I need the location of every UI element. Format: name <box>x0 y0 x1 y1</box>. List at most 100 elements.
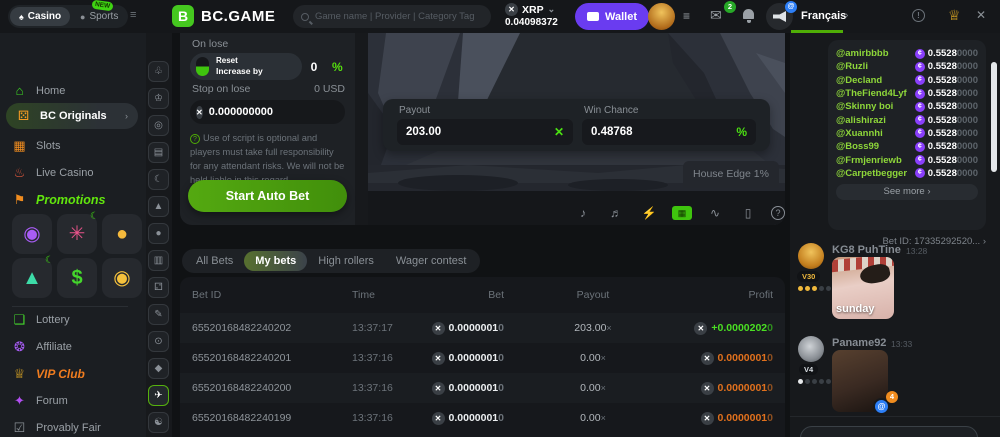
promo-tile-rocket[interactable]: ▲ ☾ <box>12 258 52 298</box>
rain-recipient[interactable]: @amirbbbb¢0.55280000 <box>836 47 978 60</box>
help-icon[interactable]: ? <box>771 206 785 220</box>
game-shortcut[interactable]: ▲ <box>148 196 169 217</box>
sports-tab[interactable]: ● Sports <box>74 7 124 26</box>
game-shortcut[interactable]: ● <box>148 223 169 244</box>
forum-icon: ✦ <box>12 393 27 409</box>
search-input[interactable] <box>315 11 483 22</box>
game-shortcut[interactable]: ▥ <box>148 250 169 271</box>
chat-username[interactable]: KG8 PuhTine <box>832 244 901 256</box>
stop-on-lose-label: Stop on lose <box>192 83 250 95</box>
stop-on-lose-input[interactable]: ✕ <box>190 100 345 124</box>
wallet-label: Wallet <box>605 11 637 23</box>
trophy-icon[interactable]: ♕ <box>948 7 961 24</box>
tab-all-bets[interactable]: All Bets <box>185 249 244 273</box>
bet-row[interactable]: 65520168482240200 13:37:16 ✕0.00000010 0… <box>180 373 785 403</box>
bet-row[interactable]: 65520168482240202 13:37:17 ✕0.00000010 2… <box>180 313 785 343</box>
trends-icon[interactable]: ∿ <box>705 206 725 220</box>
language-selector[interactable]: Français <box>801 10 846 22</box>
sidebar-item-forum[interactable]: ✦ Forum <box>12 393 68 409</box>
tab-high-rollers[interactable]: High rollers <box>307 249 385 273</box>
payout-input[interactable]: ✕ <box>397 119 573 145</box>
stop-on-lose-field[interactable] <box>209 106 362 118</box>
sidebar-item-slots[interactable]: ▦ Slots <box>12 138 60 154</box>
sidebar-item-bc-originals[interactable]: ⚄ BC Originals › <box>6 103 138 129</box>
lucky-wheel-icon: ✳ <box>69 223 86 245</box>
hotkeys-keyboard-icon[interactable]: ▦ <box>672 206 692 220</box>
chat-scrollbar[interactable] <box>991 62 997 172</box>
game-shortcut[interactable]: ◎ <box>148 115 169 136</box>
see-more-button[interactable]: See more › <box>836 184 978 200</box>
promo-tile-coins[interactable]: ◉ <box>102 258 142 298</box>
game-shortcut[interactable]: ▤ <box>148 142 169 163</box>
sidebar-item-live-casino[interactable]: ♨ Live Casino <box>12 165 93 181</box>
sidebar-item-promotions[interactable]: ⚑ Promotions <box>12 192 105 208</box>
rain-recipient[interactable]: @Skinny boi¢0.55280000 <box>836 100 978 113</box>
sidebar-item-provably-fair[interactable]: ☑ Provably Fair <box>12 420 101 436</box>
sidebar-label: Home <box>36 85 65 97</box>
chat-divider <box>790 416 1000 417</box>
notifications-bell-icon[interactable] <box>743 9 754 19</box>
rain-recipient[interactable]: @Xuannhi¢0.55280000 <box>836 127 978 140</box>
game-shortcut[interactable]: ☾ <box>148 169 169 190</box>
sound-icon[interactable]: ♬ <box>606 206 626 220</box>
rain-recipient[interactable]: @TheFiend4Lyf¢0.55280000 <box>836 87 978 100</box>
chat-username[interactable]: Paname92 <box>832 337 886 349</box>
chevron-right-icon: › <box>125 111 128 121</box>
sidebar-item-affiliate[interactable]: ❂ Affiliate <box>12 339 72 355</box>
on-lose-mode-toggle[interactable]: Reset Increase by <box>190 53 302 80</box>
game-shortcut[interactable]: ✎ <box>148 304 169 325</box>
game-shortcut[interactable]: ♔ <box>148 88 169 109</box>
game-shortcut-active-rocket[interactable]: ✈ <box>148 385 169 406</box>
casino-tab[interactable]: ♠ Casino <box>10 7 70 26</box>
chat-image-sunday[interactable]: sunday <box>832 257 894 319</box>
chat-message-input[interactable] <box>800 426 978 437</box>
info-icon[interactable]: ! <box>912 9 925 22</box>
game-shortcut[interactable]: ◆ <box>148 358 169 379</box>
promo-tile-piggy[interactable]: ● <box>102 214 142 254</box>
tab-wager-contest[interactable]: Wager contest <box>385 249 478 273</box>
win-chance-field[interactable] <box>591 126 736 138</box>
rain-recipient[interactable]: @Carpetbegger¢0.55280000 <box>836 167 978 180</box>
promo-tile-cash-tag[interactable]: $ <box>57 258 97 298</box>
game-shortcut[interactable]: ⚁ <box>148 277 169 298</box>
tab-my-bets[interactable]: My bets <box>244 251 307 271</box>
rain-recipient[interactable]: @Boss99¢0.55280000 <box>836 140 978 153</box>
bet-row[interactable]: 65520168482240199 13:37:16 ✕0.00000010 0… <box>180 403 785 433</box>
collapse-icon[interactable]: ≡ <box>130 9 136 21</box>
music-icon[interactable]: ♪ <box>573 206 593 220</box>
avatar[interactable] <box>798 243 824 269</box>
rain-recipient[interactable]: @Frmjenriewb¢0.55280000 <box>836 153 978 166</box>
sidebar-item-vip-club[interactable]: ♕ VIP Club <box>12 366 85 382</box>
close-icon[interactable]: ✕ <box>976 8 986 22</box>
promo-tile-lucky-wheel[interactable]: ✳ ☾ <box>57 214 97 254</box>
game-search[interactable] <box>293 5 491 28</box>
account-menu-icon[interactable]: ≡ <box>683 9 690 23</box>
win-chance-label: Win Chance <box>584 105 638 116</box>
wallet-button[interactable]: Wallet <box>575 3 649 30</box>
bet-row[interactable]: 65520168482240201 13:37:16 ✕0.00000010 0… <box>180 343 785 373</box>
rain-recipient[interactable]: @Ruzli¢0.55280000 <box>836 60 978 73</box>
clear-trash-icon[interactable]: ▯ <box>738 206 758 220</box>
bc-logo-text[interactable]: BC.GAME <box>201 8 275 25</box>
turbo-bolt-icon[interactable]: ⚡ <box>639 206 659 220</box>
payout-field[interactable] <box>406 126 554 138</box>
bc-logo-icon[interactable]: B <box>172 5 194 27</box>
sidebar-item-lottery[interactable]: ❑ Lottery <box>12 312 70 328</box>
game-shortcut[interactable]: ♧ <box>148 61 169 82</box>
mail-icon[interactable]: ✉ <box>710 7 722 24</box>
rain-recipient[interactable]: @alishirazi¢0.55280000 <box>836 113 978 126</box>
win-chance-input[interactable]: % <box>582 119 756 145</box>
level-badge: V30 <box>797 271 820 282</box>
game-shortcut[interactable]: ⊙ <box>148 331 169 352</box>
currency-selector[interactable]: ✕ XRP ⌄ 0.04098372 <box>505 3 558 28</box>
on-lose-value[interactable]: 0 <box>302 60 326 74</box>
sidebar-item-home[interactable]: ⌂ Home <box>12 83 65 98</box>
start-auto-bet-button[interactable]: Start Auto Bet <box>188 180 347 212</box>
col-payout: Payout <box>504 289 682 301</box>
rain-recipient[interactable]: @Decland¢0.55280000 <box>836 74 978 87</box>
payout-label: Payout <box>399 105 430 116</box>
avatar[interactable] <box>798 336 824 362</box>
game-shortcut[interactable]: ☯ <box>148 412 169 433</box>
promo-tile-spin[interactable]: ◉ <box>12 214 52 254</box>
user-avatar[interactable] <box>648 3 675 30</box>
